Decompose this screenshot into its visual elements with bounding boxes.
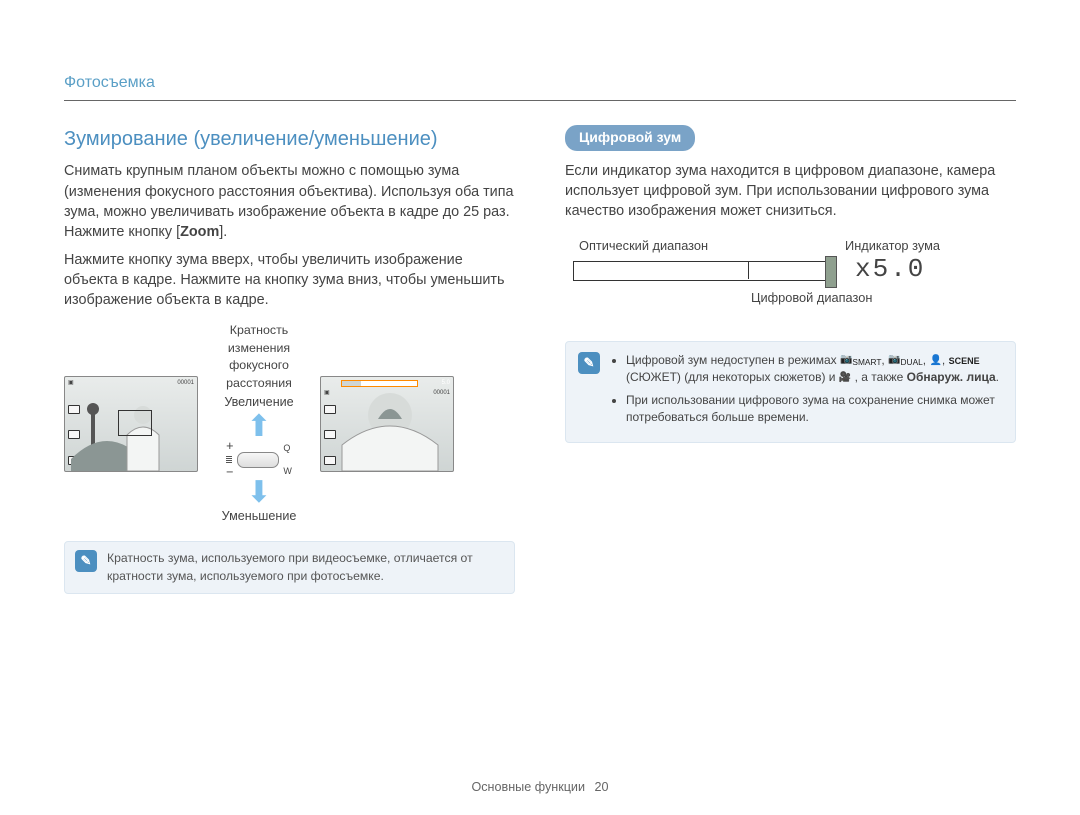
ratio-label: Кратность изменения фокусного расстояния bbox=[204, 322, 314, 391]
instruction-paragraph: Нажмите кнопку зума вверх, чтобы увеличи… bbox=[64, 250, 515, 310]
note-line-1: Цифровой зум недоступен в режимах 📷SMART… bbox=[626, 352, 1003, 386]
plus-icon: + bbox=[226, 438, 233, 456]
page-footer: Основные функции 20 bbox=[0, 779, 1080, 797]
frame-counter: 00001 bbox=[177, 379, 194, 387]
camera-icon: ▣ bbox=[68, 379, 74, 387]
photo-silhouette-zoom bbox=[321, 389, 453, 471]
decrease-label: Уменьшение bbox=[222, 508, 297, 526]
info-icon: ✎ bbox=[578, 352, 600, 374]
mode-beauty-icon: 👤 bbox=[929, 354, 941, 368]
note-text: Цифровой зум недоступен в режимах bbox=[626, 353, 840, 367]
optical-range-label: Оптический диапазон bbox=[579, 237, 708, 255]
mode-video-icon: 🎥 bbox=[839, 371, 851, 385]
page-number: 20 bbox=[595, 780, 609, 794]
zoom-bold: Zoom bbox=[180, 224, 219, 240]
zoom-range-figure: Оптический диапазон Индикатор зума x5.0 … bbox=[573, 237, 993, 317]
increase-label: Увеличение bbox=[224, 394, 293, 412]
arrow-up-icon: ⬆ bbox=[246, 416, 271, 438]
range-indicator bbox=[825, 256, 837, 288]
screen-tele: 5.0 ▣ 00001 bbox=[320, 376, 454, 472]
mode-dual-icon: 📷DUAL bbox=[888, 353, 923, 369]
page-title: Зумирование (увеличение/уменьшение) bbox=[64, 125, 515, 153]
face-detect-bold: Обнаруж. лица bbox=[907, 370, 996, 384]
digital-range-label: Цифровой диапазон bbox=[751, 289, 872, 307]
center-controls: Кратность изменения фокусного расстояния… bbox=[204, 322, 314, 525]
left-column: Зумирование (увеличение/уменьшение) Сним… bbox=[64, 125, 515, 593]
zoom-rocker: ⬆ + − Q W bbox=[226, 416, 292, 504]
note-text: (СЮЖЕТ) (для некоторых сюжетов) и bbox=[626, 370, 839, 384]
section-divider bbox=[64, 100, 1016, 101]
note-text: . bbox=[996, 370, 999, 384]
note-text: Кратность зума, используемого при видеос… bbox=[107, 550, 504, 584]
focus-box bbox=[118, 410, 152, 436]
rocker-q: Q bbox=[283, 442, 292, 455]
screen-wide: ▣ 00001 bbox=[64, 376, 198, 472]
mode-smart-icon: 📷SMART bbox=[840, 353, 881, 369]
arrow-down-icon: ⬇ bbox=[246, 482, 271, 504]
digital-zoom-paragraph: Если индикатор зума находится в цифровом… bbox=[565, 161, 1016, 221]
footer-label: Основные функции bbox=[471, 780, 585, 794]
intro-text-1: Снимать крупным планом объекты можно с п… bbox=[64, 163, 514, 239]
range-ratio: x5.0 bbox=[855, 251, 925, 287]
note-text: , а также bbox=[855, 370, 907, 384]
intro-text-end: . bbox=[223, 224, 227, 240]
note-box-left: ✎ Кратность зума, используемого при виде… bbox=[64, 541, 515, 593]
minus-icon: − bbox=[226, 464, 233, 482]
note-box-right: ✎ Цифровой зум недоступен в режимах 📷SMA… bbox=[565, 341, 1016, 442]
note-line-2: При использовании цифрового зума на сохр… bbox=[626, 392, 1003, 426]
intro-paragraph: Снимать крупным планом объекты можно с п… bbox=[64, 161, 515, 242]
range-split bbox=[748, 261, 834, 279]
digital-zoom-chip: Цифровой зум bbox=[565, 125, 695, 151]
info-icon: ✎ bbox=[75, 550, 97, 572]
rocker-button bbox=[237, 452, 279, 468]
rocker-w: W bbox=[283, 465, 292, 478]
zoom-value: 5.0 bbox=[442, 379, 450, 387]
mode-scene-icon: SCENE bbox=[949, 355, 980, 368]
zoom-figure: ▣ 00001 bbox=[64, 322, 515, 525]
section-label: Фотосъемка bbox=[64, 72, 1016, 94]
right-column: Цифровой зум Если индикатор зума находит… bbox=[565, 125, 1016, 593]
zoom-bar bbox=[341, 380, 418, 387]
